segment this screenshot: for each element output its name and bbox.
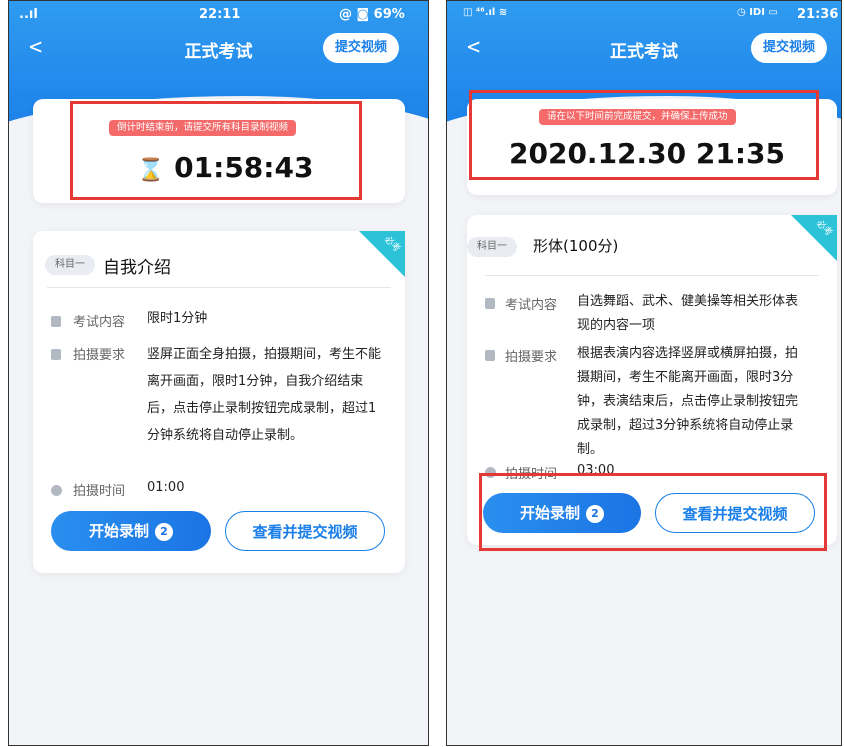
subject-tag: 科目一	[45, 255, 95, 275]
divider	[485, 275, 819, 276]
video-icon	[485, 350, 495, 361]
highlight-box	[479, 473, 827, 551]
video-icon	[51, 349, 61, 360]
content-value: 限时1分钟	[147, 311, 208, 326]
submit-video-button[interactable]: 提交视频	[323, 33, 400, 63]
right-phone-screen: ◫ ⁴⁶.ıl ≋ ◷ ⅠDⅠ ▭ 21:36 < 正式考试 提交视频 请在以下…	[446, 0, 842, 746]
requirement-label: 拍摄要求	[505, 350, 558, 365]
document-icon	[51, 316, 61, 327]
start-recording-label: 开始录制	[88, 522, 149, 540]
required-corner-badge	[359, 231, 405, 277]
content-label: 考试内容	[73, 315, 126, 330]
requirement-label: 拍摄要求	[73, 348, 126, 363]
duration-label: 拍摄时间	[73, 484, 126, 499]
content-label: 考试内容	[505, 298, 558, 313]
subject-tag: 科目一	[467, 237, 517, 257]
nav-bar: < 正式考试 提交视频	[447, 27, 841, 73]
clock-icon	[51, 485, 62, 496]
requirement-value: 根据表演内容选择竖屏或横屏拍摄，拍摄期间，考生不能离开画面，限时3分钟，表演结束…	[577, 346, 799, 457]
status-time: 22:11	[199, 7, 241, 22]
network-indicator: ◫ ⁴⁶.ıl ≋	[463, 7, 508, 18]
left-phone-screen: ..ıl 22:11 @ ◙ 69% < 正式考试 提交视频 倒计时结束前，请提…	[8, 0, 429, 746]
required-corner-badge	[791, 215, 837, 261]
attempts-badge: 2	[155, 522, 173, 541]
subject-name: 形体(100分)	[533, 237, 619, 255]
document-icon	[485, 298, 495, 309]
battery-indicator: @ ◙ 69%	[339, 7, 405, 22]
highlight-box	[70, 101, 362, 200]
submit-video-button[interactable]: 提交视频	[751, 33, 828, 63]
view-submit-video-button[interactable]: 查看并提交视频	[225, 511, 385, 551]
highlight-box	[469, 90, 819, 180]
status-time: 21:36	[797, 7, 839, 22]
subject-name: 自我介绍	[103, 258, 171, 278]
duration-value: 01:00	[147, 480, 185, 495]
start-recording-button[interactable]: 开始录制 2	[51, 511, 211, 551]
status-icons: ◷ ⅠDⅠ ▭	[737, 7, 778, 18]
content-value: 自选舞蹈、武术、健美操等相关形体表现的内容一项	[577, 294, 799, 333]
status-bar: ◫ ⁴⁶.ıl ≋ ◷ ⅠDⅠ ▭ 21:36	[447, 1, 841, 27]
nav-bar: < 正式考试 提交视频	[9, 27, 428, 73]
subject-card: 必考 科目一 自我介绍 考试内容 限时1分钟 拍摄要求 竖屏正面全身拍摄，拍摄期…	[33, 231, 405, 573]
status-bar: ..ıl 22:11 @ ◙ 69%	[9, 1, 428, 27]
divider	[47, 287, 391, 288]
signal-indicator: ..ıl	[19, 7, 38, 22]
requirement-value: 竖屏正面全身拍摄，拍摄期间，考生不能离开画面，限时1分钟，自我介绍结束后，点击停…	[147, 347, 382, 443]
